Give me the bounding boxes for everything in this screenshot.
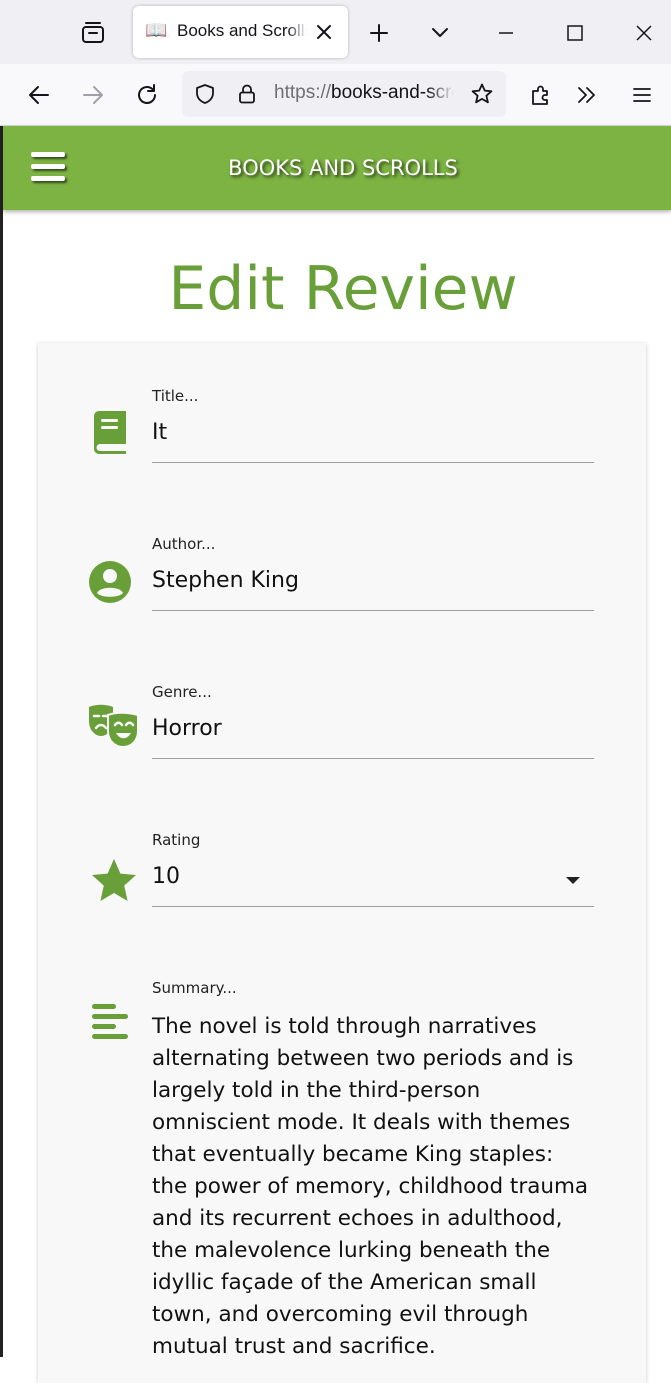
overflow-menu-button[interactable] xyxy=(572,80,602,110)
page-title: Edit Review xyxy=(168,254,518,324)
maximize-window-button[interactable] xyxy=(560,18,590,48)
dropdown-arrow-icon[interactable] xyxy=(566,877,580,884)
plus-icon xyxy=(370,24,388,42)
arrow-left-icon xyxy=(29,86,49,104)
puzzle-piece-icon xyxy=(532,85,548,105)
author-label: Author... xyxy=(152,535,216,553)
url-text[interactable]: https://books-and-scrolls xyxy=(274,82,454,104)
star-outline-icon xyxy=(471,83,493,104)
genre-underline xyxy=(152,758,594,759)
url-host: books-and-scrolls xyxy=(331,82,454,103)
author-input[interactable]: Stephen King xyxy=(152,568,592,593)
author-underline xyxy=(152,610,594,611)
align-left-icon xyxy=(88,999,132,1043)
minimize-icon xyxy=(499,32,513,34)
back-button[interactable] xyxy=(24,80,54,110)
summary-textarea[interactable]: The novel is told through narratives alt… xyxy=(152,1011,592,1363)
genre-input[interactable]: Horror xyxy=(152,716,592,741)
close-window-button[interactable] xyxy=(629,18,659,48)
book-favicon-icon: 📖 xyxy=(145,20,168,41)
new-tab-button[interactable] xyxy=(364,18,394,48)
book-icon xyxy=(88,410,132,454)
lock-icon xyxy=(239,84,255,104)
minimize-window-button[interactable] xyxy=(491,18,521,48)
chevron-double-right-icon xyxy=(578,87,595,103)
tracking-protection-icon[interactable] xyxy=(192,81,218,107)
bookmark-button[interactable] xyxy=(468,80,496,108)
rating-underline xyxy=(152,906,594,907)
site-security-icon[interactable] xyxy=(234,81,260,107)
shield-icon xyxy=(196,84,214,104)
star-icon xyxy=(90,856,138,904)
title-underline xyxy=(152,462,594,463)
reload-button[interactable] xyxy=(132,80,162,110)
app-header: BOOKS AND SCROLLS xyxy=(3,126,671,210)
rating-select[interactable]: 10 xyxy=(152,864,592,889)
list-all-tabs-button[interactable] xyxy=(425,18,455,48)
title-label: Title... xyxy=(152,387,199,405)
menu-icon xyxy=(633,88,651,102)
extensions-button[interactable] xyxy=(526,80,556,110)
close-icon xyxy=(317,25,331,39)
app-menu-button[interactable] xyxy=(627,80,657,110)
tab-close-button[interactable] xyxy=(313,21,335,43)
browser-nav-bar: https://books-and-scrolls xyxy=(0,64,671,126)
rating-label: Rating xyxy=(152,831,201,849)
reload-icon xyxy=(138,84,156,104)
summary-label: Summary... xyxy=(152,979,237,997)
edit-review-form: Title... It Author... Stephen King Genre… xyxy=(38,343,646,1383)
browser-tab-bar: 📖 Books and Scrolls xyxy=(0,0,671,64)
arrow-right-icon xyxy=(83,86,103,104)
genre-label: Genre... xyxy=(152,683,212,701)
tab-title: Books and Scrolls xyxy=(177,21,307,40)
web-page: BOOKS AND SCROLLS Edit Review Title... I… xyxy=(0,126,671,1383)
close-icon xyxy=(636,25,652,41)
chevron-down-icon xyxy=(432,28,448,37)
tab-list-icon xyxy=(82,22,104,43)
browser-tab-active[interactable]: 📖 Books and Scrolls xyxy=(133,6,348,58)
account-circle-icon xyxy=(88,560,132,604)
url-bar[interactable]: https://books-and-scrolls xyxy=(182,71,506,117)
maximize-icon xyxy=(567,25,583,41)
forward-button[interactable] xyxy=(78,80,108,110)
url-protocol: https:// xyxy=(274,82,332,103)
title-input[interactable]: It xyxy=(152,420,592,445)
brand-logo-link[interactable]: BOOKS AND SCROLLS xyxy=(3,156,671,180)
firefox-view-button[interactable] xyxy=(78,18,108,48)
theater-masks-icon xyxy=(86,704,142,749)
